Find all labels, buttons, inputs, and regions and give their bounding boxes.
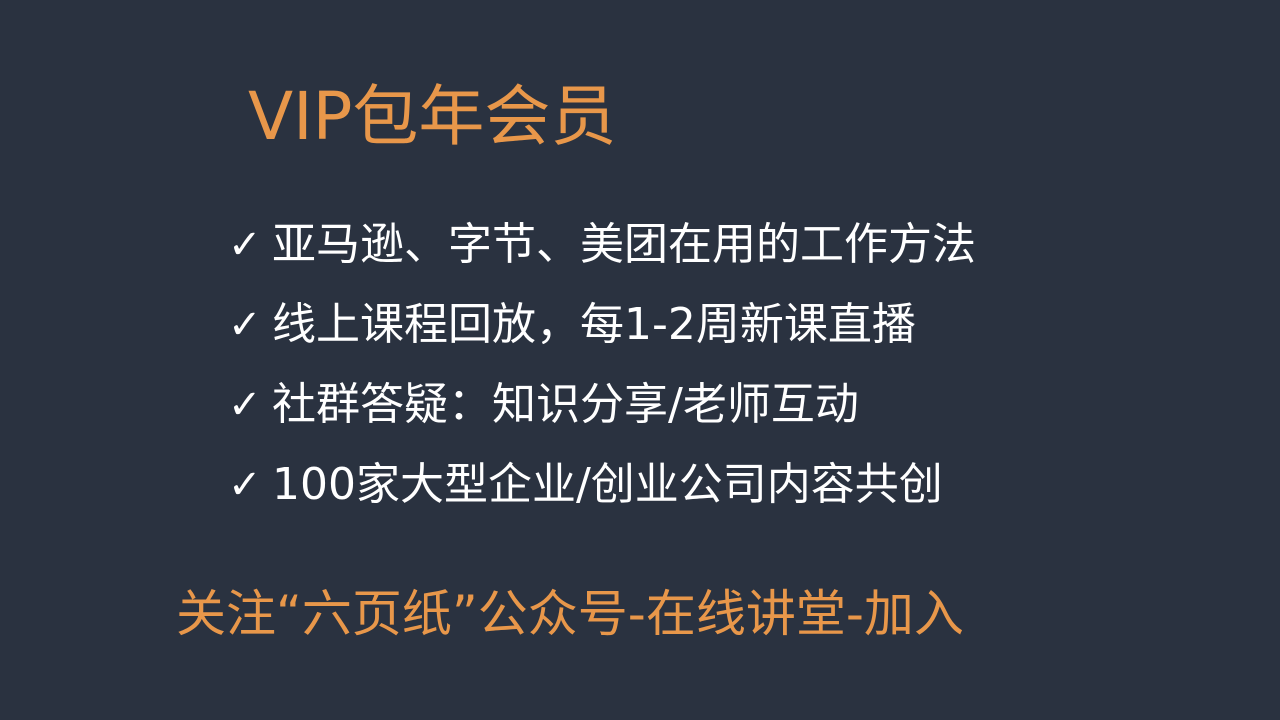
slide: VIP包年会员 ✓ 亚马逊、字节、美团在用的工作方法 ✓ 线上课程回放，每1-2…: [0, 0, 1280, 720]
checkmark-icon: ✓: [228, 222, 262, 268]
feature-item: ✓ 线上课程回放，每1-2周新课直播: [228, 285, 976, 365]
call-to-action: 关注“六页纸”公众号-在线讲堂-加入: [176, 585, 964, 643]
feature-text: 100家大型企业/创业公司内容共创: [272, 459, 943, 510]
checkmark-icon: ✓: [228, 382, 262, 428]
feature-text: 社群答疑：知识分享/老师互动: [272, 379, 859, 430]
slide-title: VIP包年会员: [248, 78, 617, 155]
feature-list: ✓ 亚马逊、字节、美团在用的工作方法 ✓ 线上课程回放，每1-2周新课直播 ✓ …: [228, 205, 976, 525]
checkmark-icon: ✓: [228, 462, 262, 508]
feature-item: ✓ 100家大型企业/创业公司内容共创: [228, 445, 976, 525]
feature-item: ✓ 亚马逊、字节、美团在用的工作方法: [228, 205, 976, 285]
feature-text: 亚马逊、字节、美团在用的工作方法: [272, 219, 976, 270]
feature-item: ✓ 社群答疑：知识分享/老师互动: [228, 365, 976, 445]
feature-text: 线上课程回放，每1-2周新课直播: [272, 299, 916, 350]
checkmark-icon: ✓: [228, 302, 262, 348]
